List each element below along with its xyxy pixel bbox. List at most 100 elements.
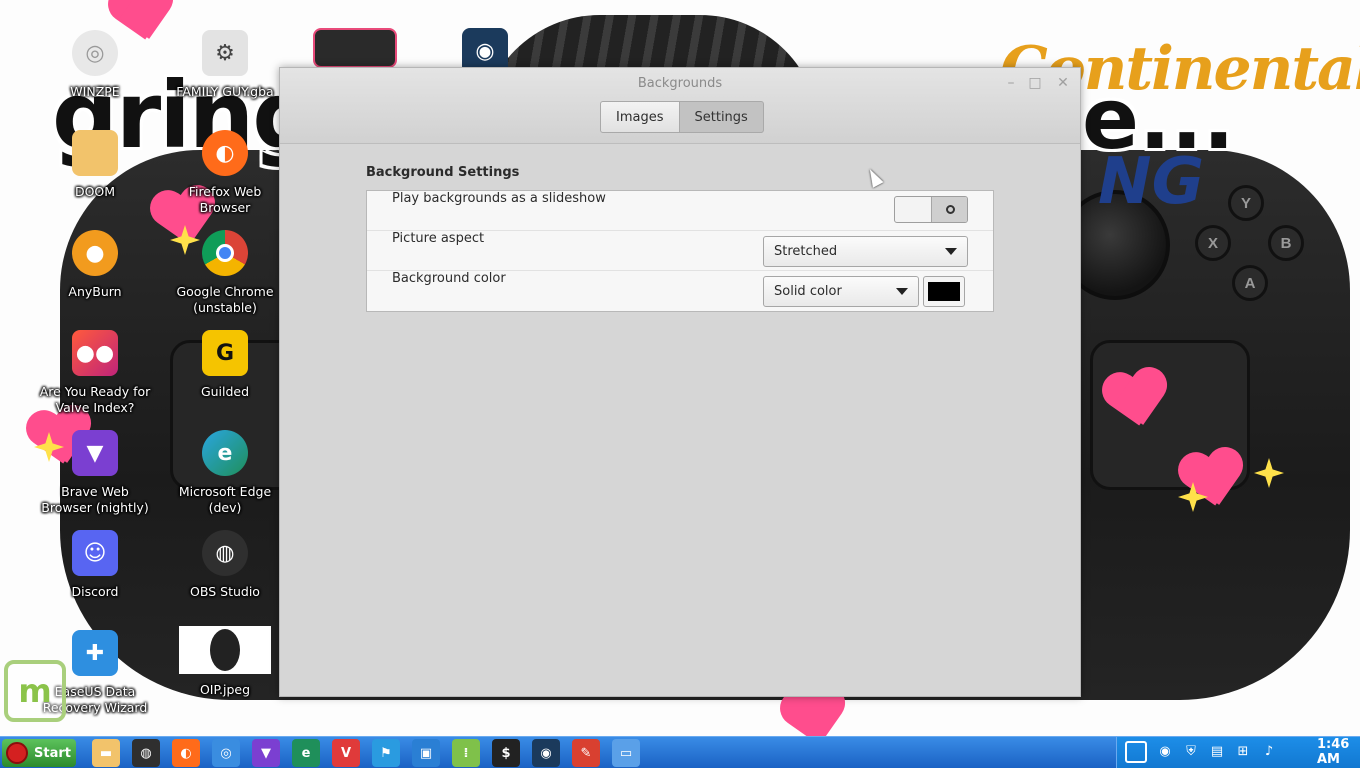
desktop-icon-firefox[interactable]: ◐ Firefox Web Browser [170,130,280,216]
monitor-icon[interactable]: ▣ [412,739,440,767]
desktop-icon-label: OIP.jpeg [199,682,251,697]
color-picker-button[interactable] [923,276,965,307]
wallpaper-button-y: Y [1228,185,1264,221]
desktop-icon-label: Are You Ready for Valve Index? [39,384,151,415]
vivaldi-icon[interactable]: V [332,739,360,767]
setting-row-background-color: Background color Solid color [367,271,993,312]
settings-list: Play backgrounds as a slideshow Picture … [366,190,994,312]
desktop-icon-anyburn[interactable]: ● AnyBurn [40,230,150,300]
disc-icon: ◎ [72,30,118,76]
setting-label: Play backgrounds as a slideshow [392,191,606,206]
obs-icon[interactable]: ◍ [132,739,160,767]
minimize-icon[interactable]: – [1002,74,1020,92]
desktop-icon-label: Firefox Web Browser [188,184,262,215]
wallpaper-button-b: B [1268,225,1304,261]
edge-icon[interactable]: e [292,739,320,767]
desktop-icon-edge-dev[interactable]: e Microsoft Edge (dev) [170,430,280,516]
edge-icon: e [202,430,248,476]
tab-images[interactable]: Images [600,101,680,133]
chrome-icon [202,230,248,276]
firefox-icon[interactable]: ◐ [172,739,200,767]
window-title: Backgrounds [637,76,723,91]
tab-settings[interactable]: Settings [679,101,764,133]
brave-icon: ▼ [72,430,118,476]
desktop-icon-label: OBS Studio [190,584,260,599]
image-thumbnail-icon [313,28,397,68]
desktop-icon-obs[interactable]: ◍ OBS Studio [170,530,280,600]
file-icon[interactable]: ▭ [612,739,640,767]
network-icon[interactable]: ⊞ [1235,744,1251,760]
desktop-icon-label: Google Chrome (unstable) [176,284,274,315]
chrome-icon[interactable]: ◎ [212,739,240,767]
guilded-icon: G [202,330,248,376]
wallpaper-button-x: X [1195,225,1231,261]
desktop-icon-valve-index[interactable]: ●● Are You Ready for Valve Index? [40,330,150,416]
wallpaper-text-right: e... [1082,70,1235,168]
section-title: Background Settings [366,165,520,180]
desktop-icon-chrome[interactable]: Google Chrome (unstable) [170,230,280,316]
folder-icon [72,130,118,176]
volume-icon[interactable]: ♪ [1261,744,1277,760]
desktop-icon-guilded[interactable]: G Guilded [170,330,280,400]
chevron-down-icon [896,288,908,295]
obs-icon: ◍ [202,530,248,576]
terminal-icon[interactable]: $ [492,739,520,767]
dropdown-value: Stretched [774,244,838,259]
taskbar: Start ▬ ◍ ◐ ◎ ▼ e V ⚑ ▣ ⁞ $ ◉ ✎ ▭ ◉ ⛨ ▤ ⊞ ♪ 1:46 AM [0,736,1360,768]
firefox-icon: ◐ [202,130,248,176]
easeus-icon: ✚ [72,630,118,676]
setting-row-picture-aspect: Picture aspect Stretched [367,231,993,271]
picture-aspect-dropdown[interactable]: Stretched [763,236,968,267]
angry-bird-icon [6,742,28,764]
tab-bar: Images Settings [600,101,764,133]
setting-row-slideshow: Play backgrounds as a slideshow [367,191,993,231]
shield-icon[interactable]: ⛨ [1183,744,1199,760]
desktop-icon-label: FAMILY GUY.gba [176,84,274,99]
mintupdate-icon[interactable] [1125,741,1147,763]
desktop-icon-brave[interactable]: ▼ Brave Web Browser (nightly) [40,430,150,516]
clock[interactable]: 1:46 AM [1317,737,1360,767]
color-swatch [928,282,960,301]
grid-icon[interactable]: ⁞ [452,739,480,767]
image-file-icon [179,626,271,674]
anyburn-icon: ● [72,230,118,276]
toggle-off-icon [931,197,967,222]
steam-icon[interactable]: ◉ [532,739,560,767]
desktop-icon-label: Discord [71,584,119,599]
dropdown-value: Solid color [774,284,842,299]
system-tray: ◉ ⛨ ▤ ⊞ ♪ 1:46 AM [1116,737,1360,768]
close-icon[interactable]: ✕ [1054,74,1072,92]
desktop-icon-winzpe[interactable]: ◎ WINZPE [40,30,150,100]
brave-icon[interactable]: ▼ [252,739,280,767]
desktop-icon-label: DOOM [74,184,116,199]
maximize-icon[interactable]: □ [1026,74,1044,92]
clipboard-icon[interactable]: ▤ [1209,744,1225,760]
window-titlebar[interactable]: Backgrounds – □ ✕ Images Settings [280,68,1080,144]
desktop-icon-discord[interactable]: ☺ Discord [40,530,150,600]
chevron-down-icon [945,248,957,255]
desktop-icon-doom[interactable]: DOOM [40,130,150,200]
folder-icon[interactable]: ▬ [92,739,120,767]
gimp-icon[interactable]: ✎ [572,739,600,767]
slideshow-toggle[interactable] [894,196,968,223]
steam-icon[interactable]: ◉ [1157,744,1173,760]
start-label: Start [34,745,71,761]
desktop-icon-label: Brave Web Browser (nightly) [41,484,149,515]
desktop-icon-label: Microsoft Edge (dev) [178,484,272,515]
color-type-dropdown[interactable]: Solid color [763,276,919,307]
wallpaper-button-a: A [1232,265,1268,301]
desktop-icon-label: AnyBurn [68,284,122,299]
desktop-icon-family-guy[interactable]: ⚙ FAMILY GUY.gba [170,30,280,100]
flag-icon[interactable]: ⚑ [372,739,400,767]
desktop-icon-label: WINZPE [70,84,120,99]
gear-icon: ⚙ [202,30,248,76]
mint-logo-icon: m [4,660,66,722]
backgrounds-window: Backgrounds – □ ✕ Images Settings Backgr… [279,67,1081,697]
index-icon: ●● [72,330,118,376]
start-button[interactable]: Start [2,739,76,767]
setting-label: Background color [392,271,506,286]
setting-label: Picture aspect [392,231,485,246]
discord-icon: ☺ [72,530,118,576]
desktop-icon-label: Guilded [200,384,250,399]
desktop-icon-oip-jpeg[interactable]: OIP.jpeg [170,626,280,698]
